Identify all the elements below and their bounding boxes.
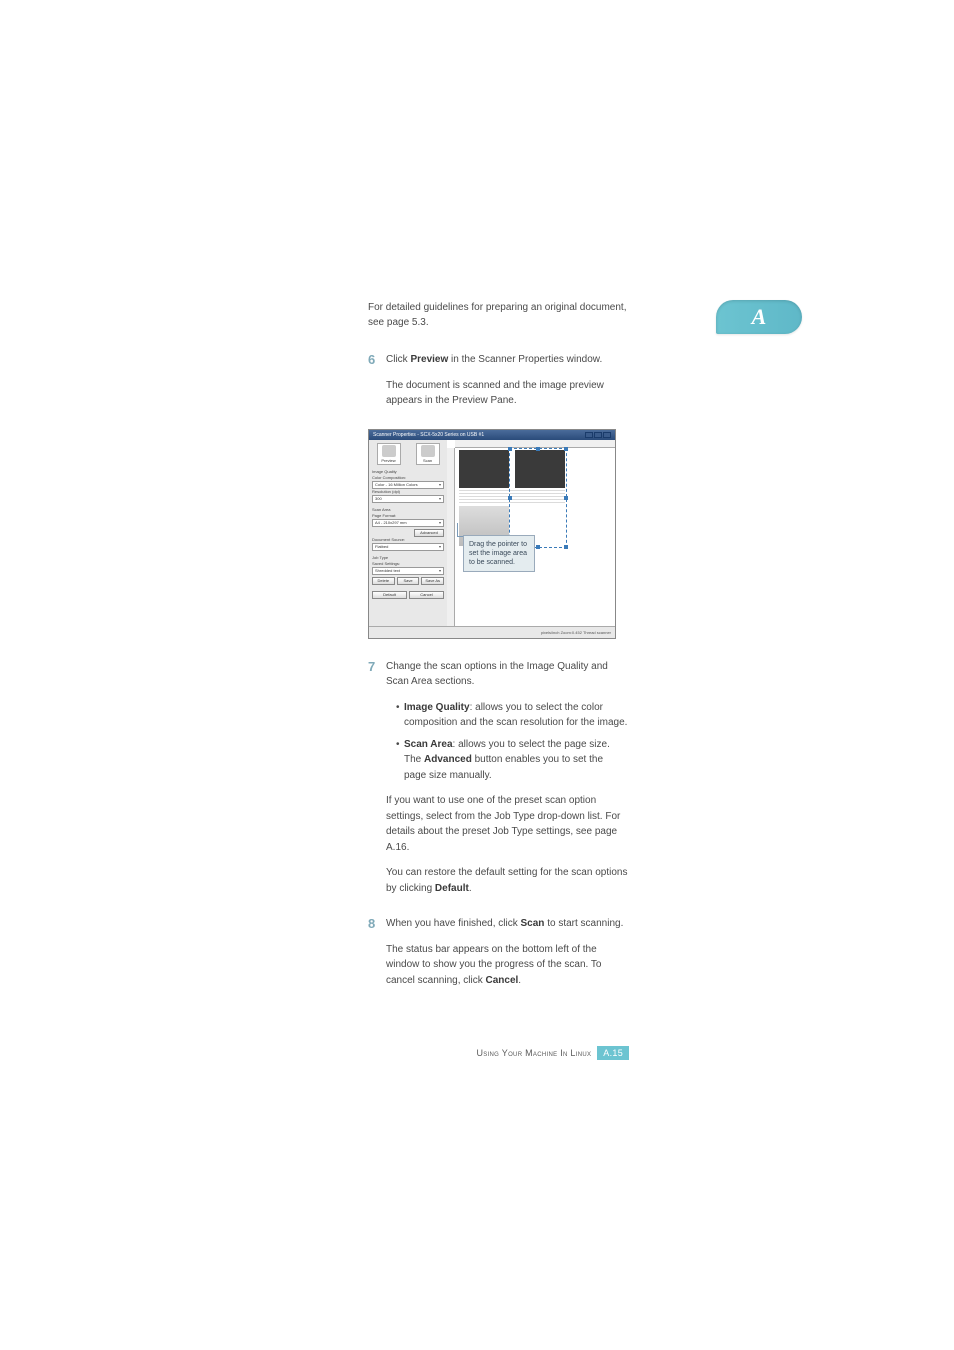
bullet-image-quality: Image Quality: allows you to select the … xyxy=(396,700,628,731)
appendix-letter: A xyxy=(752,304,767,330)
step-8-p2: The status bar appears on the bottom lef… xyxy=(386,942,628,989)
document-source-label: Document Source: xyxy=(372,537,444,542)
color-composition-label: Color Composition: xyxy=(372,475,444,480)
delete-button[interactable]: Delete xyxy=(372,577,395,585)
scan-icon xyxy=(421,445,435,457)
step-8-body: When you have finished, click Scan to st… xyxy=(386,916,628,998)
scan-area-heading: Scan Area xyxy=(372,507,444,512)
default-button[interactable]: Default xyxy=(372,591,407,599)
preview-icon-button[interactable]: Preview xyxy=(377,443,401,465)
step-7-bullets: Image Quality: allows you to select the … xyxy=(386,700,628,784)
step-7-p2: If you want to use one of the preset sca… xyxy=(386,793,628,855)
scan-icon-button[interactable]: Scan xyxy=(416,443,440,465)
selection-handle[interactable] xyxy=(564,447,568,451)
ruler-vertical xyxy=(447,448,455,626)
window-controls xyxy=(585,432,611,438)
step-8: 8 When you have finished, click Scan to … xyxy=(368,916,628,998)
bullet-scan-area: Scan Area: allows you to select the page… xyxy=(396,737,628,784)
step-7-body: Change the scan options in the Image Qua… xyxy=(386,659,628,907)
image-quality-heading: Image Quality xyxy=(372,469,444,474)
maximize-button[interactable] xyxy=(594,432,602,438)
page-footer: Using Your Machine In Linux A.15 xyxy=(476,1046,629,1060)
step-number-7: 7 xyxy=(368,659,386,907)
color-composition-dropdown[interactable]: Color - 16 Million Colors xyxy=(372,481,444,489)
step-7: 7 Change the scan options in the Image Q… xyxy=(368,659,628,907)
step-6-p1: Click Preview in the Scanner Properties … xyxy=(386,352,628,368)
selection-handle[interactable] xyxy=(508,447,512,451)
selection-handle[interactable] xyxy=(564,545,568,549)
document-source-dropdown[interactable]: Flatbed xyxy=(372,543,444,551)
save-button[interactable]: Save xyxy=(397,577,420,585)
step-number-6: 6 xyxy=(368,352,386,419)
screenshot-left-panel: Preview Scan Image Quality Color Composi… xyxy=(369,440,447,626)
resolution-dropdown[interactable]: 300 xyxy=(372,495,444,503)
page-format-label: Page Format: xyxy=(372,513,444,518)
screenshot-preview-pane xyxy=(447,440,615,626)
resolution-label: Resolution (dpi) xyxy=(372,489,444,494)
job-type-heading: Job Type xyxy=(372,555,444,560)
step-6-p2: The document is scanned and the image pr… xyxy=(386,378,628,409)
intro-text: For detailed guidelines for preparing an… xyxy=(368,300,628,330)
appendix-tab: A xyxy=(716,300,802,334)
selection-handle[interactable] xyxy=(508,496,512,500)
save-as-button[interactable]: Save As xyxy=(421,577,444,585)
step-7-p3: You can restore the default setting for … xyxy=(386,865,628,896)
cancel-button[interactable]: Cancel xyxy=(409,591,444,599)
close-button[interactable] xyxy=(603,432,611,438)
screenshot-title: Scanner Properties - SCX-5x20 Series on … xyxy=(373,432,484,438)
step-6: 6 Click Preview in the Scanner Propertie… xyxy=(368,352,628,419)
ruler-horizontal xyxy=(455,440,615,448)
selection-handle[interactable] xyxy=(536,545,540,549)
intro-line1: For detailed guidelines for preparing an… xyxy=(368,302,627,313)
footer-text: Using Your Machine In Linux xyxy=(476,1048,591,1058)
screenshot-status-bar: pixels/inch Zoom:0.452 Thread scanner xyxy=(369,626,615,638)
saved-settings-label: Saved Settings: xyxy=(372,561,444,566)
selection-handle[interactable] xyxy=(564,496,568,500)
selection-handle[interactable] xyxy=(536,447,540,451)
preview-thumbnail-1 xyxy=(459,450,509,488)
page-number: A.15 xyxy=(597,1046,629,1060)
page-format-dropdown[interactable]: A4 - 210x297 mm xyxy=(372,519,444,527)
selection-marquee[interactable] xyxy=(509,448,567,548)
minimize-button[interactable] xyxy=(585,432,593,438)
preview-icon xyxy=(382,445,396,457)
step-7-p1: Change the scan options in the Image Qua… xyxy=(386,659,628,690)
step-6-body: Click Preview in the Scanner Properties … xyxy=(386,352,628,419)
scanner-properties-screenshot: Scanner Properties - SCX-5x20 Series on … xyxy=(368,429,616,639)
step-number-8: 8 xyxy=(368,916,386,998)
advanced-button[interactable]: Advanced xyxy=(414,529,444,537)
screenshot-body: Preview Scan Image Quality Color Composi… xyxy=(369,440,615,626)
callout-box: Drag the pointer to set the image area t… xyxy=(463,535,535,572)
screenshot-titlebar: Scanner Properties - SCX-5x20 Series on … xyxy=(369,430,615,440)
page-content: For detailed guidelines for preparing an… xyxy=(368,300,628,1008)
saved-settings-dropdown[interactable]: Shredded text xyxy=(372,567,444,575)
step-8-p1: When you have finished, click Scan to st… xyxy=(386,916,628,932)
intro-line2: see page 5.3. xyxy=(368,317,429,328)
